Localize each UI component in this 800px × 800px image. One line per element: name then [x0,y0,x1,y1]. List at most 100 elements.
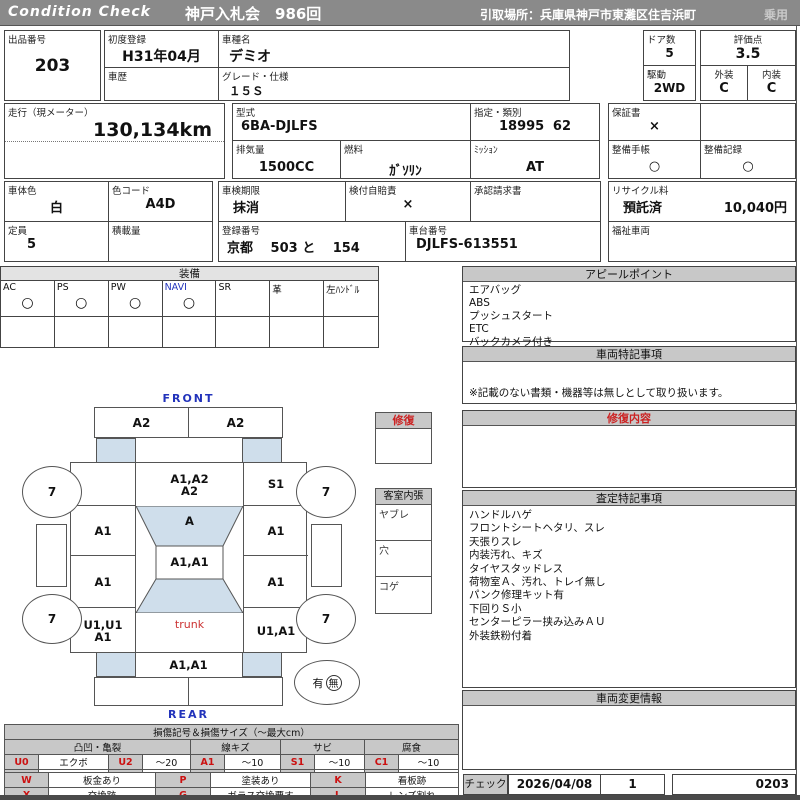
appeal-item: エアバッグ [469,284,522,296]
hood-line2: A2 [181,483,198,498]
equipment-label: AC [3,282,16,293]
registration-number-cell: 登録番号 京都 503 と 154 [219,222,406,261]
repair-content-body [463,426,795,430]
roof-mark: A1,A1 [170,555,209,569]
assessment-item: 外装鉄粉付着 [469,629,532,642]
maintenance-record-label: 整備記録 [704,145,743,156]
transmission-cell: ﾐｯｼｮﾝ AT [471,141,599,178]
warranty-cell: 保証書 × [609,104,701,141]
model-name-cell: 車種名 デミオ [219,31,569,68]
right-border-line [796,26,797,795]
displacement-cell: 排気量 1500CC [233,141,341,178]
repair-mini-title: 修復 [376,413,431,429]
footer-bar [0,795,800,800]
equipment-mark: ○ [182,295,196,311]
check-date-grid: 2026/04/08 1 [508,774,665,795]
assessment-item: 荷物室Ａ、汚れ、トレイ無し [469,576,606,589]
grade-value: １５Ｓ [229,84,264,98]
grade-cell: グレード・仕様 １５Ｓ [219,68,569,100]
spare-tire-indicator: 有 無 [294,660,360,705]
check-code: 0203 [672,774,796,795]
equipment-cell-ac: AC ○ [1,281,55,316]
vehicle-notes-section: 車両特記事項 ※記載のない書類・機器等は無しとして取り扱います。 [462,346,796,404]
rear-bumper-right [189,678,282,705]
change-info-body [463,706,795,710]
inspection-grid: 車検期限 抹消 検付自賠責 × 承認請求書 [218,181,601,222]
front-bumper-left: A2 [95,408,189,437]
quarter-left-line1: U1,U1 [83,617,123,632]
legend-group-rust: サビ [280,739,365,755]
recycle-label: リサイクル料 [612,186,669,197]
quarter-left-line2: A1 [94,629,112,644]
rear-label: REAR [168,708,209,721]
header-bar: Condition Check 神戸入札会 986回 引取場所：兵庫県神戸市東灘… [0,0,800,26]
engine-grid: 型式 6BA-DJLFS 指定・類別 18995 62 排気量 1500CC 燃… [232,103,600,179]
inspection-cell: 車検期限 抹消 [219,182,346,221]
capacity-value: 5 [27,237,37,252]
first-registration-value: H31年04月 [122,49,201,65]
equipment-label: 左ﾊﾝﾄﾞﾙ [326,285,360,296]
welfare-label: 福祉車両 [612,226,651,237]
displacement-value: 1500CC [258,160,315,175]
legend-code: U2 [108,754,143,770]
legend-value: ～10 [398,754,459,770]
check-date: 2026/04/08 [509,775,601,794]
doors-cell: ドア数 5 [644,31,695,66]
equipment-cell-leather: 革 [270,281,325,316]
equipment-cell-navi: NAVI ○ [163,281,217,316]
appeal-points-title: アピールポイント [463,267,795,282]
model-code-cell: 型式 6BA-DJLFS [233,104,471,141]
rear-window-shape [136,578,243,613]
insurance-value: × [402,197,414,212]
car-body: A1 A1 U1,U1 A1 S1 A1 A1 U1,A1 A1,A2 A2 A… [70,462,308,653]
rear-panel-mark: A1,A1 [169,658,208,672]
door-rear-right: A1 [243,556,308,608]
assessment-item: センターピラー挟み込みＡＵ [469,616,606,629]
equipment-cell-sr: SR [216,281,271,316]
equipment-mark: ○ [129,295,142,311]
body-color-cell: 車体色 白 [5,182,109,221]
legend-group-corrosion: 腐食 [364,739,459,755]
appeal-item: ETC [469,323,489,335]
recycle-status: 預託済 [623,201,663,216]
drive-label: 駆動 [647,70,667,81]
interior-row-tear: ヤブレ [376,505,431,541]
recycle-box: リサイクル料 預託済 10,040円 [608,181,796,222]
lot-number-box: 出品番号 203 [4,30,101,101]
warranty-grid: 保証書 × 整備手帳 ○ 整備記録 ○ [608,103,796,179]
assessment-item: 内装汚れ、キズ [469,549,543,562]
doors-value: 5 [665,46,674,60]
legend-code: K [310,772,366,788]
pickup-location: 引取場所：兵庫県神戸市東灘区住吉浜町 [480,8,697,22]
registration-grid: 初度登録 H31年04月 車種名 デミオ 車歴 グレード・仕様 １５Ｓ [104,30,570,101]
first-registration-cell: 初度登録 H31年04月 [105,31,219,68]
type-designation-value: 18995 [499,119,545,134]
assessment-notes-section: 査定特記事項 ハンドルハゲ フロントシートヘタリ、スレ 天張りスレ 内装汚れ、キ… [462,490,796,688]
score-cell: 評価点 3.5 [701,31,795,66]
wheel-front-left: 7 [22,466,82,518]
mirror-right [311,524,342,587]
grade-label: グレード・仕様 [222,72,289,83]
interior-value: C [766,81,777,96]
exterior-cell: 外装 C [701,66,748,100]
body-color-value: 白 [49,201,63,216]
legend-group-scratch: 線キズ [190,739,281,755]
body-color-label: 車体色 [8,186,37,197]
rear-bumper [94,677,283,706]
color-code-cell: 色コード A4D [109,182,212,221]
equipment-empty-cell [270,317,325,347]
mileage-value: 130,134km [93,119,212,141]
color-code-label: 色コード [112,186,151,197]
appeal-item: プッシュスタート [469,310,553,322]
registration-number-grid: 登録番号 京都 503 と 154 車台番号 DJLFS-613551 [218,221,601,262]
door-front-right: A1 [243,506,308,556]
legend-value: エクボ [38,754,109,770]
wheel-front-right: 7 [296,466,356,518]
door-front-left: A1 [71,506,136,556]
drive-cell: 駆動 2WD [644,66,695,100]
check-label: チェック [463,774,508,795]
warranty-empty-cell [701,104,795,141]
auction-title: 神戸入札会 986回 [185,5,322,23]
score-label: 評価点 [733,35,763,46]
assessment-item: パンク修理キット有 [469,589,565,602]
